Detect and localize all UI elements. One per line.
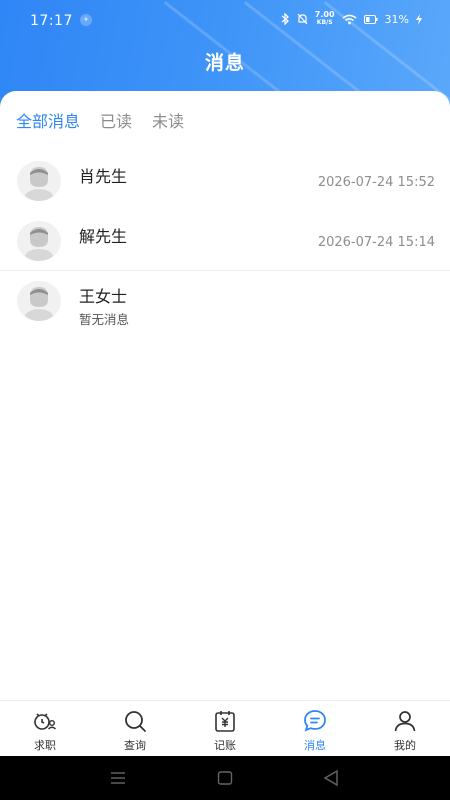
- avatar: [17, 221, 61, 261]
- back-icon[interactable]: [323, 768, 339, 788]
- message-item[interactable]: 肖先生 2026-07-24 15:52: [0, 151, 450, 211]
- message-panel: 全部消息 已读 未读 肖先生 2026-07-24 15:52 解先生 2026…: [0, 91, 450, 701]
- status-bar: 17:17 ✦ 7.00 KB/S 31%: [0, 0, 450, 42]
- contact-name: 王女士: [79, 287, 128, 306]
- nav-label: 求职: [34, 739, 56, 752]
- message-list: 肖先生 2026-07-24 15:52 解先生 2026-07-24 15:1…: [0, 151, 450, 331]
- network-speed: 7.00 KB/S: [315, 11, 335, 27]
- message-time: 2026-07-24 15:52: [317, 175, 435, 190]
- nav-label: 消息: [304, 739, 326, 752]
- message-item[interactable]: 解先生 2026-07-24 15:14: [0, 211, 450, 271]
- battery-icon: [363, 14, 378, 24]
- contact-name: 解先生: [79, 227, 128, 246]
- tab-all-messages[interactable]: 全部消息: [16, 108, 80, 132]
- menu-icon[interactable]: [110, 768, 126, 788]
- charging-icon: [416, 13, 422, 25]
- message-item[interactable]: 王女士 暂无消息: [0, 271, 450, 331]
- system-navigation-bar: [0, 756, 450, 800]
- profile-icon: [394, 711, 416, 732]
- net-speed-value: 7.00: [314, 10, 335, 19]
- avatar: [17, 161, 61, 201]
- nav-label: 我的: [394, 739, 416, 752]
- contact-name: 肖先生: [79, 167, 128, 186]
- message-icon: [304, 710, 326, 732]
- tab-read[interactable]: 已读: [100, 108, 132, 132]
- nav-item-ledger[interactable]: 记账: [180, 701, 270, 756]
- ledger-icon: [215, 711, 235, 732]
- status-indicators: 7.00 KB/S 31%: [281, 11, 422, 27]
- message-time: 2026-07-24 15:14: [317, 235, 435, 250]
- search-icon: [125, 711, 146, 732]
- job-search-icon: [34, 713, 56, 730]
- tab-unread[interactable]: 未读: [152, 108, 184, 132]
- nav-item-job[interactable]: 求职: [0, 701, 90, 756]
- message-preview: 暂无消息: [79, 312, 130, 327]
- nav-item-profile[interactable]: 我的: [360, 701, 450, 756]
- wifi-icon: [342, 14, 357, 24]
- notification-dot-icon: ✦: [80, 14, 92, 26]
- status-time: 17:17: [30, 13, 73, 29]
- nav-label: 查询: [124, 739, 146, 752]
- nav-label: 记账: [214, 739, 236, 752]
- page-title: 消息: [204, 52, 245, 74]
- nav-item-messages[interactable]: 消息: [270, 701, 360, 756]
- message-filter-tabs: 全部消息 已读 未读: [16, 108, 184, 132]
- bluetooth-icon: [281, 13, 289, 25]
- home-icon[interactable]: [217, 768, 233, 788]
- nav-item-search[interactable]: 查询: [90, 701, 180, 756]
- avatar: [17, 281, 61, 321]
- battery-percent: 31%: [384, 12, 409, 26]
- net-speed-unit: KB/S: [316, 19, 333, 26]
- mute-bell-icon: [297, 13, 308, 25]
- bottom-navigation: 求职 查询 记账 消息 我的: [0, 700, 450, 756]
